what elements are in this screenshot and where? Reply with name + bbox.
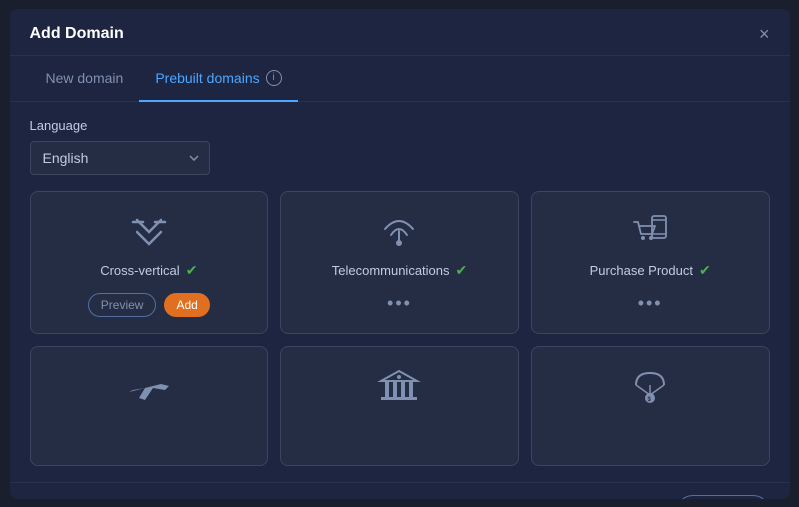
cross-vertical-icon: [129, 212, 169, 252]
modal-header: Add Domain ×: [10, 9, 790, 56]
info-icon[interactable]: i: [266, 70, 282, 86]
tab-prebuilt-domains[interactable]: Prebuilt domains i: [139, 56, 297, 102]
cancel-button[interactable]: Cancel: [676, 495, 770, 499]
domain-card-cross-vertical[interactable]: Cross-vertical ✔ Preview Add: [30, 191, 269, 334]
purchase-icon: [630, 212, 670, 252]
domain-card-telecommunications[interactable]: Telecommunications ✔ •••: [280, 191, 519, 334]
domain-card-parachute[interactable]: $: [531, 346, 770, 466]
add-button[interactable]: Add: [164, 293, 209, 317]
verified-icon: ✔: [186, 262, 198, 279]
bank-icon: [377, 367, 421, 407]
parachute-icon: $: [628, 367, 672, 407]
add-domain-modal: Add Domain × New domain Prebuilt domains…: [10, 9, 790, 499]
verified-icon: ✔: [456, 262, 468, 279]
language-label: Language: [30, 118, 770, 133]
close-button[interactable]: ×: [759, 25, 770, 43]
language-select[interactable]: English French Spanish German: [30, 141, 210, 175]
tab-bar: New domain Prebuilt domains i: [10, 56, 790, 102]
modal-title: Add Domain: [30, 25, 124, 43]
flight-icon: [125, 367, 173, 407]
domain-card-flight[interactable]: [30, 346, 269, 466]
telecom-name: Telecommunications ✔: [332, 262, 468, 279]
purchase-dots[interactable]: •••: [638, 293, 663, 314]
cross-vertical-actions: Preview Add: [88, 293, 210, 317]
domain-card-purchase-product[interactable]: Purchase Product ✔ •••: [531, 191, 770, 334]
purchase-product-name: Purchase Product ✔: [590, 262, 711, 279]
verified-icon: ✔: [699, 262, 711, 279]
cross-vertical-name: Cross-vertical ✔: [100, 262, 197, 279]
modal-footer: Cancel: [10, 482, 790, 499]
domain-grid: Cross-vertical ✔ Preview Add: [30, 191, 770, 466]
tab-new-domain[interactable]: New domain: [30, 56, 140, 102]
telecom-dots[interactable]: •••: [387, 293, 412, 314]
preview-button[interactable]: Preview: [88, 293, 157, 317]
modal-body: Language English French Spanish German: [10, 102, 790, 482]
domain-card-bank[interactable]: [280, 346, 519, 466]
telecom-icon: [379, 212, 419, 252]
